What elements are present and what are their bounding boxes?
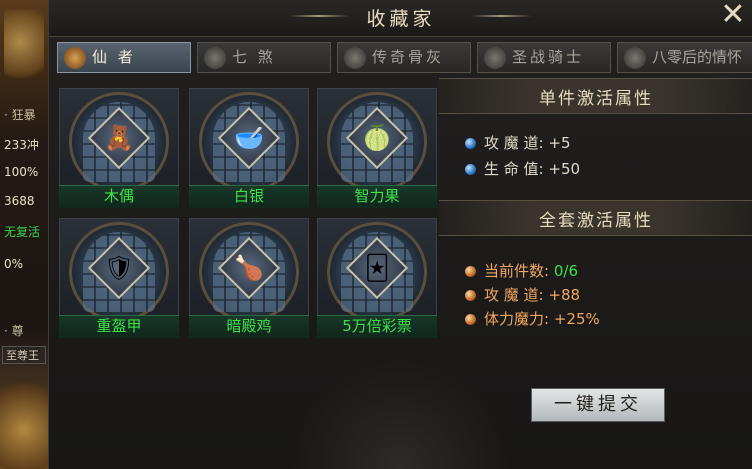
side-text-6: · 尊 [4,324,24,338]
blue-orb-icon [465,164,476,175]
title-ornament-right [471,15,531,17]
orange-orb-icon [465,290,476,301]
collection-grid: 🧸 木偶 🥣 白银 🍈 智力果 🛡 重盔甲 🍗 暗殿鸡 🃏 5万倍彩票 [59,88,439,342]
item-name: 5万倍彩票 [342,317,412,335]
set-attr-row: 体力魔力: +25% [465,308,600,329]
tab-xianzhe[interactable]: 仙 者 [57,42,191,73]
side-text-4: 无复活 [4,225,41,239]
window-title: 收藏家 [366,8,436,30]
knight-helm-icon [484,46,506,69]
lantern-icon [64,46,86,69]
lottery-cards-icon: 🃏 [364,254,390,282]
tab-qisha[interactable]: 七 煞 [197,42,331,73]
title-bar: 收藏家 ✕ [49,0,752,37]
item-slot-andianji[interactable]: 🍗 暗殿鸡 [189,218,309,338]
item-slot-zhiliguo[interactable]: 🍈 智力果 [317,88,437,208]
item-name: 智力果 [354,187,400,205]
set-attr-header: 全套激活属性 [439,200,752,236]
one-click-submit-button[interactable]: 一键提交 [531,388,665,422]
tab-shengzhan-qishi[interactable]: 圣战骑士 [477,42,611,73]
side-text-1: 233冲 [4,138,39,152]
blue-orb-icon [465,138,476,149]
side-text-2: 100% [4,165,39,179]
side-text-7: 至尊王 [2,346,46,364]
category-tabs: 仙 者 七 煞 传奇骨灰 圣战骑士 八零后的情怀 [57,42,752,74]
set-attr-row: 当前件数: 0/6 [465,260,578,281]
single-attr-row: 生 命 值: +50 [465,158,580,179]
set-attr-row: 攻 魔 道: +88 [465,284,580,305]
side-text-3: 3688 [4,194,35,208]
heavy-armor-icon: 🛡 [103,254,135,282]
collector-panel: 收藏家 ✕ 仙 者 七 煞 传奇骨灰 圣战骑士 八零后的情怀 🧸 木偶 🥣 白银… [48,0,752,469]
item-name: 暗殿鸡 [226,317,272,335]
item-name: 木偶 [103,187,134,205]
side-text-5: 0% [4,257,24,271]
item-slot-zhongkuijia[interactable]: 🛡 重盔甲 [59,218,179,338]
scene-decor-top [4,10,44,90]
silver-ingot-icon: 🥣 [234,124,264,152]
item-slot-baiyin[interactable]: 🥣 白银 [189,88,309,208]
single-attr-row: 攻 魔 道: +5 [465,132,571,153]
urn-icon [344,46,366,69]
puppet-icon: 🧸 [104,124,134,152]
single-attr-header: 单件激活属性 [439,78,752,114]
orange-orb-icon [465,314,476,325]
side-text-0: · 狂暴 [4,108,36,122]
item-name: 白银 [233,187,264,205]
item-name: 重盔甲 [96,317,142,335]
close-x-icon[interactable]: ✕ [719,0,747,30]
wisdom-fruit-icon: 🍈 [362,124,392,152]
tab-balinghou[interactable]: 八零后的情怀 [617,42,752,73]
scene-decor-bottom [0,370,48,469]
sword-icon [624,46,646,69]
roast-chicken-icon: 🍗 [234,254,264,282]
demon-mask-icon [204,46,226,69]
item-slot-caipiao[interactable]: 🃏 5万倍彩票 [317,218,437,338]
orange-orb-icon [465,266,476,277]
item-slot-muou[interactable]: 🧸 木偶 [59,88,179,208]
tab-chuanqi-guhui[interactable]: 传奇骨灰 [337,42,471,73]
piece-count: 0/6 [553,262,578,280]
